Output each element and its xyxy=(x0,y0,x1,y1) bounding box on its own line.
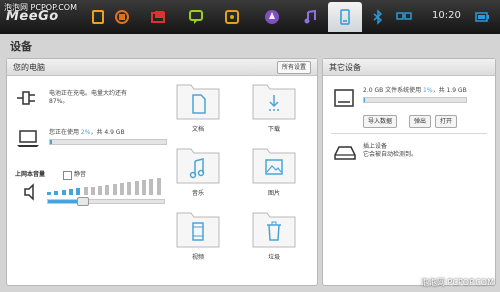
fs-usage-bar xyxy=(363,97,467,103)
folder-pictures-label: 图片 xyxy=(267,190,280,197)
battery-row xyxy=(15,87,39,113)
folder-downloads[interactable]: 下载 xyxy=(251,81,297,133)
import-data-button[interactable]: 导入数据 xyxy=(363,115,398,128)
divider xyxy=(331,133,487,134)
plug-device-text: 插上设备 它会被自动检测到。 xyxy=(363,143,417,159)
fs-usage-percent: 1% xyxy=(423,87,433,94)
laptop-row xyxy=(15,129,41,153)
volume-level-bar xyxy=(54,191,59,195)
video-icon xyxy=(176,212,220,248)
folder-trash[interactable]: 垃圾 xyxy=(251,209,297,261)
devices-panel: 设备 您的电脑 所有设置 电池正在充电。电量大约还有 87%。 您正在使用 2%… xyxy=(0,34,500,292)
volume-level-bar xyxy=(105,185,110,195)
music-icon xyxy=(176,148,220,184)
plug-device-line2: 它会被自动检测到。 xyxy=(363,151,418,158)
other-devices-title: 其它设备 xyxy=(329,63,361,72)
volume-level-bar xyxy=(156,178,161,195)
bluetooth-icon[interactable] xyxy=(368,7,388,27)
fs-usage-text: 2.0 GB 文件系统使用 1%，共 1.9 GB xyxy=(363,87,467,95)
fs-usage-prefix: 2.0 GB 文件系统使用 xyxy=(363,87,424,94)
network-icon[interactable] xyxy=(394,7,414,27)
volume-slider-thumb[interactable] xyxy=(77,197,89,206)
watermark-bottom: 泡泡网 PCPOP.COM xyxy=(421,278,494,287)
trash-icon xyxy=(252,212,296,248)
mute-checkbox[interactable] xyxy=(63,171,72,180)
volume-level-bar xyxy=(90,187,95,195)
battery-status-icon[interactable] xyxy=(472,7,492,27)
volume-level-bar xyxy=(149,179,154,195)
media-icon[interactable] xyxy=(222,7,242,27)
clock[interactable]: 10:20 xyxy=(432,10,461,21)
music-player-icon[interactable] xyxy=(300,7,320,27)
fs-usage-suffix: ，共 1.9 GB xyxy=(432,87,467,94)
volume-level-bar xyxy=(98,186,103,195)
volume-level-bar xyxy=(76,188,81,195)
storage-usage-fill xyxy=(50,140,53,144)
your-computer-panel: 您的电脑 所有设置 电池正在充电。电量大约还有 87%。 您正在使用 2%，共 … xyxy=(6,58,318,286)
battery-status-text: 电池正在充电。电量大约还有 87%。 xyxy=(49,90,127,106)
plug-device-line1: 插上设备 xyxy=(363,143,388,150)
speaker-icon xyxy=(21,183,37,205)
volume-level-bar xyxy=(83,187,88,195)
storage-usage-bar xyxy=(49,139,167,145)
volume-level-bar xyxy=(134,181,139,195)
status-icon[interactable] xyxy=(112,7,132,27)
volume-level-bar xyxy=(47,192,51,195)
myzone-icon[interactable] xyxy=(88,7,108,27)
other-devices-header: 其它设备 xyxy=(323,59,495,76)
devices-icon[interactable] xyxy=(335,7,355,27)
picture-icon xyxy=(252,148,296,184)
volume-level-bar xyxy=(112,184,117,195)
volume-label: 上网本音量 xyxy=(15,171,46,178)
volume-level-bar xyxy=(141,180,146,195)
usb-drive-icon xyxy=(333,143,357,167)
folder-videos-label: 视频 xyxy=(191,254,204,261)
volume-level-bar xyxy=(61,190,66,195)
storage-usage-suffix: ，共 4.9 GB xyxy=(90,129,125,136)
folder-documents[interactable]: 文档 xyxy=(175,81,221,133)
storage-usage-text: 您正在使用 2%，共 4.9 GB xyxy=(49,129,125,137)
all-settings-button[interactable]: 所有设置 xyxy=(276,61,311,74)
mute-label: 静音 xyxy=(74,171,87,178)
page-title: 设备 xyxy=(10,40,32,53)
volume-slider-track[interactable] xyxy=(47,199,165,204)
folder-documents-label: 文档 xyxy=(191,126,204,133)
volume-level-bar xyxy=(68,189,73,195)
other-devices-panel: 其它设备 2.0 GB 文件系统使用 1%，共 1.9 GB 导入数据 弹出 打… xyxy=(322,58,496,286)
people-icon[interactable] xyxy=(148,7,168,27)
eject-button[interactable]: 弹出 xyxy=(409,115,432,128)
document-icon xyxy=(176,84,220,120)
folder-trash-label: 垃圾 xyxy=(267,254,280,261)
download-icon xyxy=(252,84,296,120)
your-computer-title: 您的电脑 xyxy=(13,63,45,72)
fs-usage-fill xyxy=(364,98,366,102)
volume-level-bar xyxy=(127,182,132,195)
apps-icon[interactable] xyxy=(262,7,282,27)
open-button[interactable]: 打开 xyxy=(435,115,458,128)
internet-icon[interactable] xyxy=(186,7,206,27)
battery-status-line1: 电池正在充电。电量大约还有 xyxy=(49,90,128,97)
laptop-icon xyxy=(17,130,39,147)
drive-icon xyxy=(333,87,355,113)
folder-downloads-label: 下载 xyxy=(267,126,280,133)
your-computer-header: 您的电脑 所有设置 xyxy=(7,59,317,76)
plug-icon xyxy=(17,91,35,105)
storage-usage-prefix: 您正在使用 xyxy=(49,129,81,136)
folder-pictures[interactable]: 图片 xyxy=(251,145,297,197)
folder-videos[interactable]: 视频 xyxy=(175,209,221,261)
battery-status-line2: 87%。 xyxy=(49,98,69,105)
watermark-top: 泡泡网 PCPOP.COM xyxy=(4,3,77,12)
volume-level-bar xyxy=(120,183,124,195)
folder-music[interactable]: 音乐 xyxy=(175,145,221,197)
folder-music-label: 音乐 xyxy=(191,190,204,197)
